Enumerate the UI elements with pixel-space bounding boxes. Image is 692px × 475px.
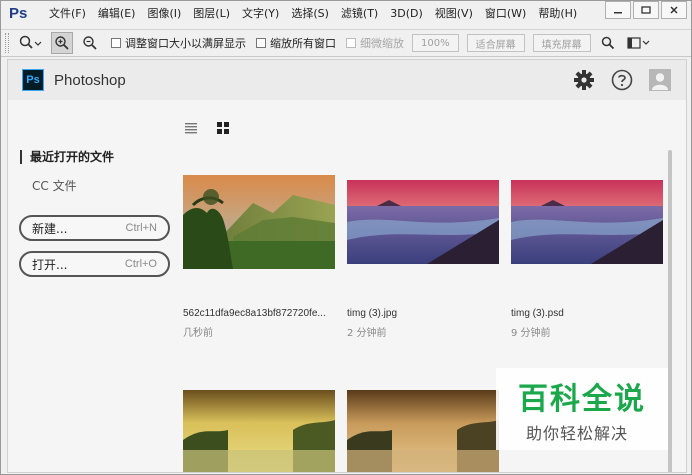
workspace-title: Photoshop: [54, 71, 126, 89]
file-modified-time: 2 分钟前: [347, 328, 387, 339]
zoom-100-button[interactable]: 100%: [412, 34, 459, 52]
photoshop-logo: Ps: [22, 69, 44, 91]
file-thumbnail: [347, 390, 499, 472]
recent-file-card[interactable]: 562c11dfa9ec8a13bf872720fe... 几秒前: [183, 175, 335, 339]
checkbox-label: 细微缩放: [360, 37, 404, 50]
zoom-out-icon: [83, 36, 97, 50]
watermark-title: 百科全说: [518, 382, 646, 417]
options-bar: 调整窗口大小以满屏显示 缩放所有窗口 细微缩放 100% 适合屏幕 填充屏幕: [1, 29, 691, 57]
open-button-label: 打开...: [32, 257, 68, 272]
file-modified-time: 9 分钟前: [511, 328, 551, 339]
file-name: timg (3).psd: [511, 308, 564, 319]
checkbox-label: 调整窗口大小以满屏显示: [125, 37, 246, 50]
menu-filter[interactable]: 滤镜(T): [335, 1, 384, 27]
start-sidebar: 最近打开的文件 CC 文件 新建... Ctrl+N 打开... Ctrl+O: [8, 100, 173, 472]
start-workspace: Ps Photoshop 最近打开的文件 CC 文件 新建... Ctrl+N …: [7, 59, 687, 473]
checkbox-box: [346, 38, 356, 48]
zoom-in-icon: [55, 36, 69, 50]
restore-icon: [641, 6, 651, 14]
zoom-tool-preset[interactable]: [15, 32, 45, 54]
help-button[interactable]: [610, 68, 634, 92]
gear-icon: [574, 70, 594, 90]
file-thumbnail: [183, 175, 335, 269]
watermark-subtitle: 助你轻松解决: [526, 424, 629, 443]
recent-file-card[interactable]: [347, 390, 499, 472]
grid-view-icon: [217, 122, 229, 134]
header-icons: [558, 68, 672, 92]
view-toggle: [183, 120, 247, 136]
file-modified-time: 几秒前: [183, 328, 213, 339]
file-name: 562c11dfa9ec8a13bf872720fe...: [183, 308, 326, 319]
minimize-icon: [614, 12, 622, 14]
window-controls: [603, 1, 687, 19]
menu-select[interactable]: 选择(S): [285, 1, 335, 27]
file-name: timg (3).jpg: [347, 308, 398, 319]
open-document-button[interactable]: 打开... Ctrl+O: [19, 251, 170, 277]
checkbox-box: [256, 38, 266, 48]
zoom-all-windows-checkbox[interactable]: 缩放所有窗口: [256, 35, 336, 51]
zoom-in-button[interactable]: [51, 32, 73, 54]
menu-window[interactable]: 窗口(W): [479, 1, 532, 27]
photoshop-window: Ps 文件(F) 编辑(E) 图像(I) 图层(L) 文字(Y) 选择(S) 滤…: [0, 0, 692, 475]
cc-files-nav[interactable]: CC 文件: [32, 177, 77, 194]
user-avatar-button[interactable]: [648, 68, 672, 92]
file-thumbnail: [183, 390, 335, 472]
menu-help[interactable]: 帮助(H): [532, 1, 583, 27]
menu-layer[interactable]: 图层(L): [187, 1, 236, 27]
workspace-header: Ps Photoshop: [8, 60, 686, 100]
settings-button[interactable]: [572, 68, 596, 92]
fit-screen-button[interactable]: 适合屏幕: [466, 34, 525, 52]
options-bar-grip[interactable]: [5, 33, 9, 53]
fill-screen-button[interactable]: 填充屏幕: [532, 34, 591, 52]
menu-bar: Ps 文件(F) 编辑(E) 图像(I) 图层(L) 文字(Y) 选择(S) 滤…: [1, 1, 691, 27]
open-button-shortcut: Ctrl+O: [124, 258, 157, 270]
new-button-label: 新建...: [32, 221, 68, 236]
file-thumbnail: [347, 180, 499, 264]
menu-edit[interactable]: 编辑(E): [92, 1, 142, 27]
search-icon: [601, 36, 614, 50]
menu-view[interactable]: 视图(V): [429, 1, 479, 27]
zoom-tool-icon: [19, 35, 42, 49]
close-icon: [670, 6, 678, 14]
search-button[interactable]: [599, 34, 617, 52]
recent-file-card[interactable]: timg (3).psd 9 分钟前: [511, 180, 663, 339]
close-button[interactable]: [661, 1, 687, 19]
workspace-icon: [626, 37, 650, 49]
menu-file[interactable]: 文件(F): [43, 1, 92, 27]
app-icon[interactable]: Ps: [9, 5, 31, 23]
menu-type[interactable]: 文字(Y): [236, 1, 285, 27]
recent-file-card[interactable]: [183, 390, 335, 472]
recent-files-nav[interactable]: 最近打开的文件: [20, 150, 114, 164]
recent-file-card[interactable]: timg (3).jpg 2 分钟前: [347, 180, 499, 339]
checkbox-label: 缩放所有窗口: [270, 37, 336, 50]
list-view-button[interactable]: [183, 120, 199, 136]
help-icon: [611, 69, 633, 91]
menu-image[interactable]: 图像(I): [141, 1, 187, 27]
file-thumbnail: [511, 180, 663, 264]
restore-button[interactable]: [633, 1, 659, 19]
user-avatar-icon: [649, 69, 671, 91]
workspace-switcher[interactable]: [625, 34, 653, 52]
checkbox-box: [111, 38, 121, 48]
new-document-button[interactable]: 新建... Ctrl+N: [19, 215, 170, 241]
content-scrollbar[interactable]: [668, 150, 672, 472]
scrubby-zoom-checkbox[interactable]: 细微缩放: [346, 35, 404, 51]
list-view-icon: [185, 123, 197, 134]
watermark-overlay: 百科全说 助你轻松解决: [496, 368, 668, 450]
menu-3d[interactable]: 3D(D): [384, 1, 429, 27]
minimize-button[interactable]: [605, 1, 631, 19]
resize-windows-checkbox[interactable]: 调整窗口大小以满屏显示: [111, 35, 246, 51]
grid-view-button[interactable]: [215, 120, 231, 136]
zoom-out-button[interactable]: [79, 32, 101, 54]
new-button-shortcut: Ctrl+N: [125, 222, 157, 234]
